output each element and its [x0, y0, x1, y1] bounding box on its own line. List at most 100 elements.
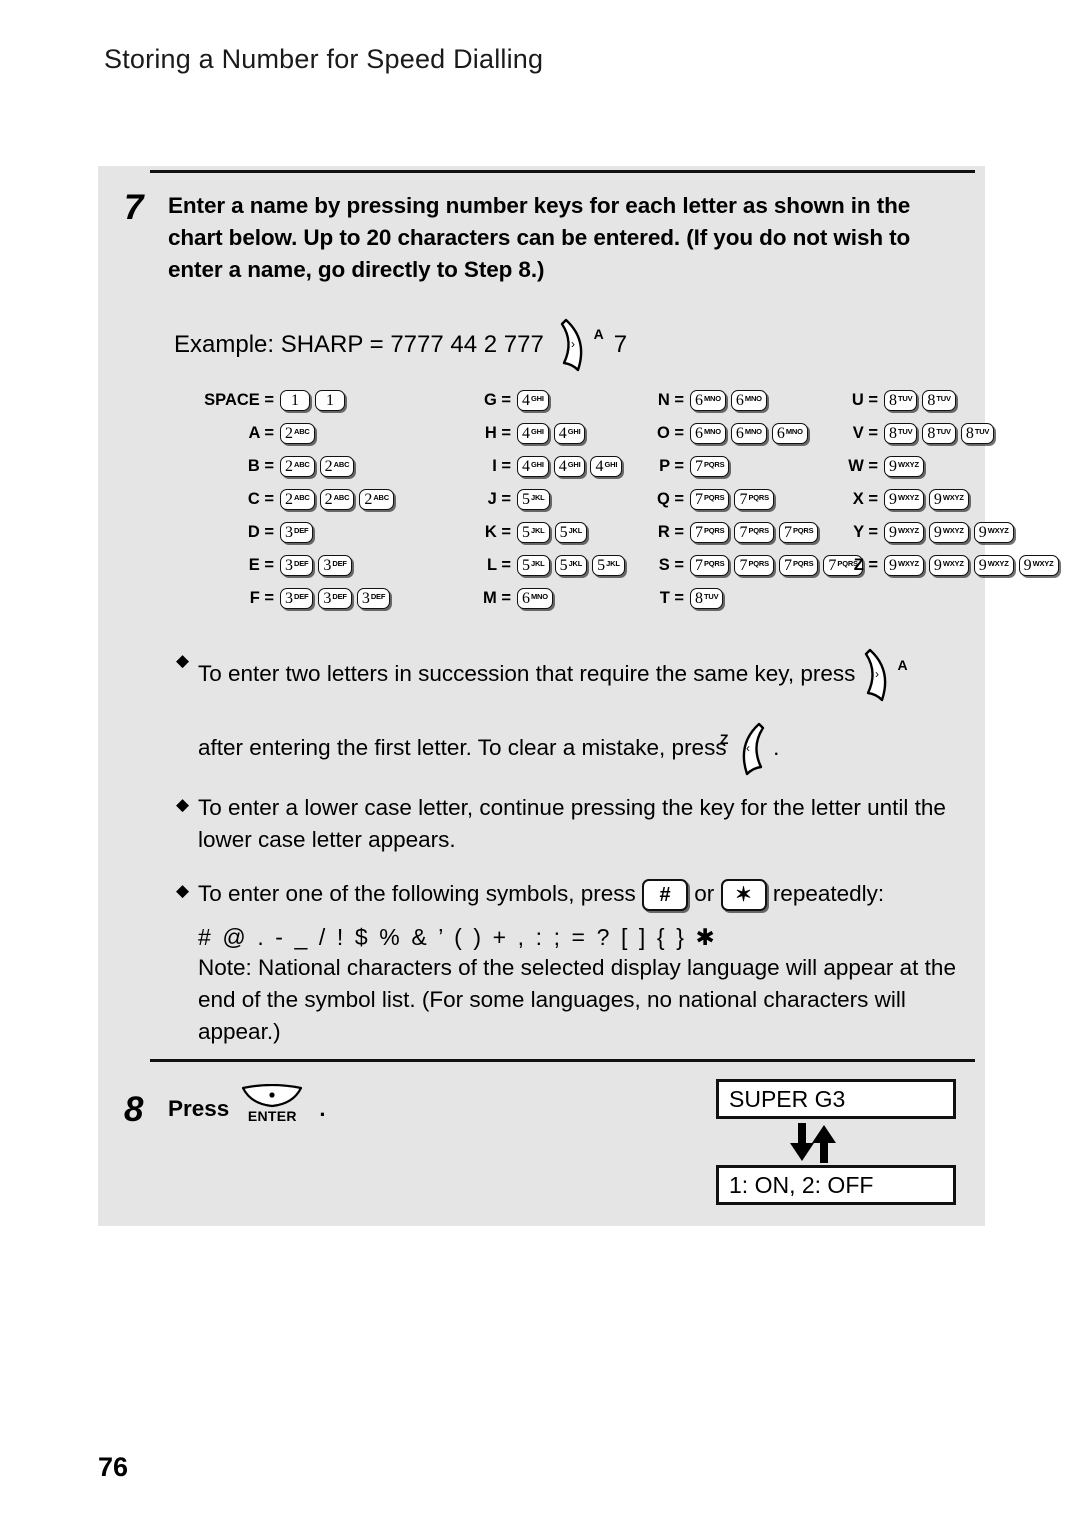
lcd-display: SUPER G3 1: ON, 2: OFF: [716, 1079, 956, 1205]
enter-key-icon: ENTER: [241, 1083, 303, 1132]
key-digit: 7: [783, 556, 792, 574]
chart-row: C = 2 ABC 2 ABC 2 ABC: [186, 483, 394, 516]
bullet-3-prefix: To enter one of the following symbols, p…: [198, 881, 636, 906]
key-digit: 5: [559, 556, 568, 574]
key-letters: DEF: [294, 525, 309, 535]
key-digit: 3: [361, 589, 370, 607]
page-number: 76: [98, 1452, 129, 1482]
key-letters: WXYZ: [942, 558, 964, 568]
chart-row-label: K =: [484, 523, 511, 541]
numeric-key-icon: 9 WXYZ: [1018, 555, 1059, 576]
chart-row-label: N =: [657, 391, 684, 409]
key-digit: 5: [522, 523, 530, 541]
numeric-key-icon: 9 WXYZ: [973, 555, 1014, 576]
lcd-line-2: 1: ON, 2: OFF: [716, 1165, 956, 1205]
bullet-marker-icon: ◆: [176, 795, 190, 814]
key-digit: 2: [364, 490, 373, 508]
key-letters: JKL: [568, 558, 583, 568]
key-digit: 7: [739, 556, 748, 574]
chart-row-keys: 6 MNO 6 MNO: [690, 390, 767, 411]
bullet-2-text: To enter a lower case letter, continue p…: [198, 795, 946, 852]
lcd-arrows-icon: [716, 1119, 956, 1165]
key-letters: MNO: [785, 426, 803, 436]
key-letters: PQRS: [704, 492, 725, 502]
example-key-letter: A: [593, 326, 604, 342]
example-text: Example: SHARP = 7777 44 2 777: [174, 331, 544, 358]
numeric-key-icon: 2 ABC: [319, 489, 355, 510]
chart-row: F = 3 DEF 3 DEF 3 DEF: [186, 582, 394, 615]
chart-row-label: D =: [247, 523, 274, 541]
chart-row: Y = 9 WXYZ 9 WXYZ 9 WXYZ: [816, 516, 1059, 549]
chart-row-label: C =: [247, 490, 274, 508]
numeric-key-icon: 6 MNO: [517, 588, 553, 609]
key-letters: TUV: [974, 426, 990, 436]
numeric-key-icon: 4 GHI: [553, 456, 586, 477]
numeric-key-icon: 7 PQRS: [778, 522, 819, 543]
numeric-key-icon: 8 TUV: [960, 423, 995, 444]
chart-row-label: I =: [492, 457, 511, 475]
chart-row-keys: 11: [280, 390, 345, 411]
bullet-same-key: ◆ To enter two letters in succession tha…: [176, 648, 966, 702]
numeric-key-icon: 3 DEF: [280, 555, 314, 576]
svg-text:›: ›: [571, 337, 575, 351]
chart-row-keys: 5 JKL 5 JKL: [517, 522, 588, 543]
key-letters: ABC: [294, 459, 310, 469]
key-digit: 3: [285, 589, 293, 607]
key-digit: 8: [889, 424, 897, 442]
key-digit: 6: [735, 391, 744, 409]
chart-row-label: U =: [851, 391, 878, 409]
key-digit: 7: [695, 556, 703, 574]
numeric-key-icon: 6 MNO: [690, 390, 726, 411]
hash-key-icon: #: [642, 879, 688, 912]
key-letters: PQRS: [704, 525, 725, 535]
chart-row: B = 2 ABC 2 ABC: [186, 450, 394, 483]
key-digit: 9: [933, 490, 942, 508]
numeric-key-icon: 4 GHI: [590, 456, 623, 477]
chart-row-keys: 6 MNO: [517, 588, 553, 609]
key-digit: 3: [285, 523, 293, 541]
key-letters: MNO: [704, 393, 721, 403]
key-letters: JKL: [531, 525, 545, 535]
chart-row-keys: 4 GHI 4 GHI 4 GHI: [517, 456, 623, 477]
example-line: Example: SHARP = 7777 44 2 777 › A 7: [174, 318, 627, 372]
chart-row-label: E =: [248, 556, 274, 574]
numeric-key-icon: 2 ABC: [280, 423, 315, 444]
key-letters: TUV: [936, 426, 951, 436]
key-digit: 2: [285, 490, 293, 508]
key-letters: TUV: [898, 393, 913, 403]
chart-row-label: A =: [248, 424, 274, 442]
numeric-key-icon: 7 PQRS: [778, 555, 819, 576]
key-digit: 3: [323, 589, 332, 607]
numeric-key-icon: 2 ABC: [280, 489, 315, 510]
chart-row-keys: 9 WXYZ 9 WXYZ 9 WXYZ 9 WXYZ: [884, 555, 1059, 576]
key-letters: ABC: [373, 492, 389, 502]
numeric-key-icon: 8 TUV: [884, 390, 918, 411]
key-digit: 4: [558, 424, 567, 442]
key-letters: WXYZ: [942, 525, 964, 535]
chart-row-keys: 4 GHI 4 GHI: [517, 423, 586, 444]
numeric-key-icon: 5 JKL: [517, 522, 550, 543]
numeric-key-icon: 9 WXYZ: [884, 456, 924, 477]
key-digit: 7: [783, 523, 792, 541]
bullet-1-key2-letter: Z: [719, 731, 729, 747]
bullet-3-suffix: repeatedly:: [772, 881, 885, 906]
key-letters: DEF: [294, 558, 309, 568]
key-digit: 6: [695, 391, 703, 409]
numeric-key-icon: 9 WXYZ: [884, 522, 924, 543]
chart-row: T = 8 TUV: [626, 582, 863, 615]
numeric-key-icon: 2 ABC: [359, 489, 394, 510]
key-digit: 2: [324, 490, 333, 508]
numeric-key-icon: 9 WXYZ: [973, 522, 1014, 543]
numeric-key-icon: 7 PQRS: [734, 555, 774, 576]
chart-row: V = 8 TUV 8 TUV 8 TUV: [816, 417, 1059, 450]
key-digit: 7: [695, 523, 703, 541]
svg-text:‹: ‹: [746, 741, 750, 755]
numeric-key-icon: 9 WXYZ: [928, 555, 969, 576]
chart-row-label: B =: [247, 457, 274, 475]
key-digit: 7: [739, 490, 748, 508]
key-letters: TUV: [898, 426, 913, 436]
numeric-key-icon: 9 WXYZ: [928, 489, 969, 510]
key-letters: DEF: [332, 558, 347, 568]
key-digit: 9: [889, 556, 897, 574]
step-7-number: 7: [124, 188, 144, 227]
